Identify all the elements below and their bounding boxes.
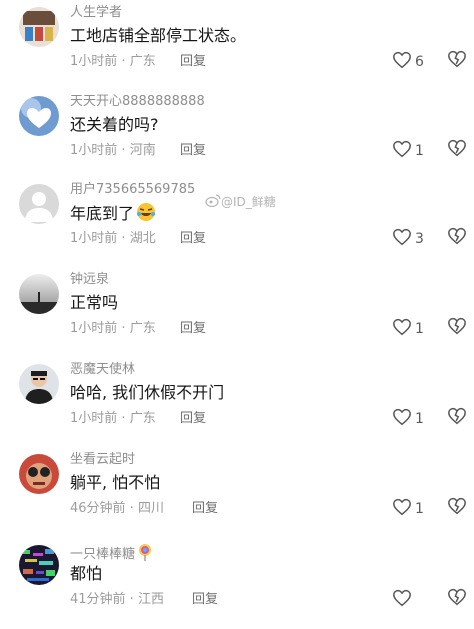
username[interactable]: 天天开心8888888888 <box>70 94 205 110</box>
heart-icon <box>392 408 412 430</box>
reply-button[interactable]: 回复 <box>180 142 206 160</box>
comment-meta: 1小时前 · 湖北 <box>70 231 156 246</box>
comment-time: 41分钟前 <box>70 592 126 607</box>
comment-text: 工地店铺全部停工状态。 <box>70 26 247 45</box>
comment-location: 广东 <box>129 411 156 426</box>
comment-item: 人生学者 工地店铺全部停工状态。 1小时前 · 广东 回复 6 <box>0 5 474 91</box>
username[interactable]: 恶魔天使林 <box>70 362 135 378</box>
comment-time: 1小时前 <box>70 321 118 336</box>
reply-button[interactable]: 回复 <box>180 230 206 248</box>
watermark: @ID_鲜糖 <box>205 193 276 210</box>
avatar[interactable] <box>19 545 59 585</box>
reply-button[interactable]: 回复 <box>192 591 218 609</box>
comment-time: 1小时前 <box>70 143 118 158</box>
heart-icon <box>392 140 412 162</box>
comment-time: 1小时前 <box>70 411 118 426</box>
like-button[interactable]: 1 <box>392 497 432 521</box>
broken-heart-icon <box>447 139 467 161</box>
comment-time: 46分钟前 <box>70 501 126 516</box>
dislike-button[interactable] <box>447 407 471 431</box>
comment-meta: 1小时前 · 广东 <box>70 411 156 426</box>
comment-item: 坐看云起时 躺平, 怕不怕 46分钟前 · 四川 回复 1 <box>0 452 474 538</box>
like-count: 1 <box>415 143 424 159</box>
comment-text-body: 年底到了 <box>70 204 135 223</box>
avatar[interactable] <box>19 96 59 136</box>
comment-meta: 1小时前 · 河南 <box>70 143 156 158</box>
dislike-button[interactable] <box>447 317 471 341</box>
heart-icon <box>392 318 412 340</box>
comment-location: 广东 <box>129 54 156 69</box>
comment-location: 广东 <box>129 321 156 336</box>
comment-item: 一只棒棒糖 都怕 41分钟前 · 江西 回复 <box>0 543 474 629</box>
username[interactable]: 坐看云起时 <box>70 452 135 468</box>
like-count: 6 <box>415 54 424 70</box>
comment-meta: 41分钟前 · 江西 <box>70 592 164 607</box>
heart-icon <box>392 51 412 73</box>
like-button[interactable]: 1 <box>392 139 432 163</box>
comment-time: 1小时前 <box>70 231 118 246</box>
comment-location: 湖北 <box>129 231 156 246</box>
reply-button[interactable]: 回复 <box>180 410 206 428</box>
like-count: 1 <box>415 501 424 517</box>
avatar[interactable] <box>19 364 59 404</box>
dislike-button[interactable] <box>447 497 471 521</box>
broken-heart-icon <box>447 227 467 249</box>
reply-button[interactable]: 回复 <box>192 500 218 518</box>
like-button[interactable]: 3 <box>392 227 432 251</box>
like-button[interactable]: 1 <box>392 407 432 431</box>
comment-meta: 46分钟前 · 四川 <box>70 501 164 516</box>
comment-item: 天天开心8888888888 还关着的吗? 1小时前 · 河南 回复 1 <box>0 94 474 180</box>
comment-text: 正常吗 <box>70 293 119 312</box>
username-text: 一只棒棒糖 <box>70 547 136 562</box>
dislike-button[interactable] <box>447 227 471 251</box>
dislike-button[interactable] <box>447 139 471 163</box>
comment-location: 四川 <box>137 501 164 516</box>
heart-icon <box>392 228 412 250</box>
broken-heart-icon <box>447 407 467 429</box>
heart-icon <box>392 498 412 520</box>
username[interactable]: 钟远泉 <box>70 272 109 288</box>
comment-meta: 1小时前 · 广东 <box>70 321 156 336</box>
avatar[interactable] <box>19 184 59 224</box>
comment-text: 哈哈, 我们休假不开门 <box>70 383 225 402</box>
broken-heart-icon <box>447 588 467 610</box>
comment-time: 1小时前 <box>70 54 118 69</box>
like-button[interactable]: 6 <box>392 50 432 74</box>
comment-text: 躺平, 怕不怕 <box>70 473 161 492</box>
like-button[interactable]: 1 <box>392 317 432 341</box>
broken-heart-icon <box>447 50 467 72</box>
comment-item: 恶魔天使林 哈哈, 我们休假不开门 1小时前 · 广东 回复 1 <box>0 362 474 448</box>
lollipop-emoji <box>137 543 153 566</box>
like-button[interactable] <box>392 588 432 612</box>
like-count: 1 <box>415 321 424 337</box>
like-count: 1 <box>415 411 424 427</box>
avatar[interactable] <box>19 7 59 47</box>
comment-text: 年底到了 <box>70 202 156 228</box>
watermark-handle: @ID_鲜糖 <box>221 195 276 209</box>
rolling-laughing-emoji <box>136 202 156 228</box>
comment-text: 都怕 <box>70 564 103 583</box>
broken-heart-icon <box>447 497 467 519</box>
comment-location: 河南 <box>129 143 156 158</box>
comment-item: 钟远泉 正常吗 1小时前 · 广东 回复 1 <box>0 272 474 358</box>
comment-text: 还关着的吗? <box>70 115 159 134</box>
dislike-button[interactable] <box>447 50 471 74</box>
like-count: 3 <box>415 231 424 247</box>
comment-location: 江西 <box>137 592 164 607</box>
weibo-icon <box>205 193 221 210</box>
username[interactable]: 用户735665569785 <box>70 182 195 198</box>
reply-button[interactable]: 回复 <box>180 53 206 71</box>
avatar[interactable] <box>19 454 59 494</box>
avatar[interactable] <box>19 274 59 314</box>
comment-meta: 1小时前 · 广东 <box>70 54 156 69</box>
username[interactable]: 人生学者 <box>70 5 122 21</box>
dislike-button[interactable] <box>447 588 471 612</box>
heart-icon <box>392 589 412 611</box>
reply-button[interactable]: 回复 <box>180 320 206 338</box>
broken-heart-icon <box>447 317 467 339</box>
